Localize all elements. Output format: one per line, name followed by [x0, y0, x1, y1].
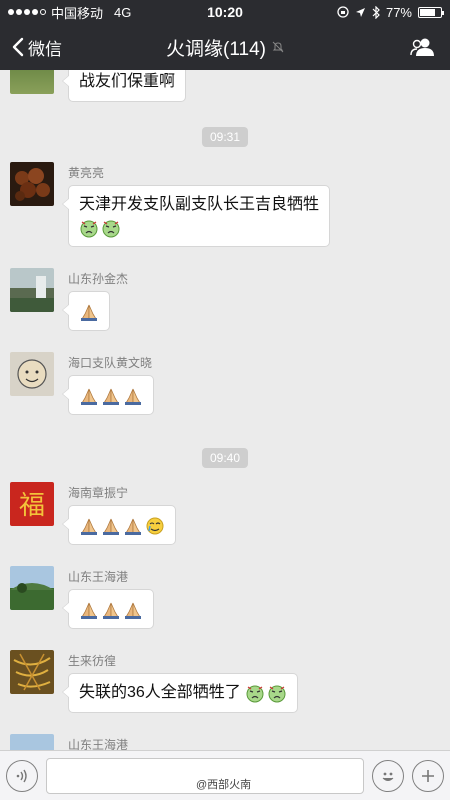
angry-face-icon	[246, 685, 264, 703]
nav-bar: 微信 火调缘(114)	[0, 24, 450, 70]
more-button[interactable]	[412, 759, 444, 792]
avatar[interactable]	[10, 70, 54, 94]
plus-icon	[422, 769, 434, 782]
message-text: 失联的36人全部牺牲了	[79, 684, 241, 701]
avatar[interactable]	[10, 162, 54, 206]
crying-face-icon	[146, 517, 164, 535]
message-item: 海口支队黄文晓	[10, 352, 154, 415]
sender-name: 山东王海港	[68, 570, 129, 584]
chat-title: 火调缘(114)	[120, 34, 330, 61]
pray-icon	[103, 388, 119, 405]
message-bubble[interactable]	[62, 375, 154, 415]
emoji-button[interactable]	[372, 759, 404, 792]
battery-percent: 77%	[385, 4, 412, 20]
message-bubble[interactable]	[62, 291, 110, 331]
sender-name: 山东孙金杰	[68, 272, 129, 286]
message-item: 山东王海港	[10, 566, 154, 629]
battery-icon	[418, 6, 444, 18]
bluetooth-icon	[372, 5, 380, 19]
message-item: 山东王海港	[10, 734, 128, 750]
message-bubble[interactable]	[62, 589, 154, 629]
network-type: 4G	[114, 4, 132, 20]
sender-name: 生来彷徨	[68, 654, 117, 668]
message-item: 黄亮亮 天津开发支队副支队长王吉良牺牲	[10, 162, 331, 247]
avatar[interactable]: 福	[10, 482, 54, 526]
sender-name: 海口支队黄文晓	[68, 356, 153, 370]
pray-icon	[125, 388, 141, 405]
watermark: @西部火南	[196, 779, 252, 791]
back-label: 微信	[28, 39, 62, 59]
chat-title-text: 火调缘(114)	[166, 38, 266, 60]
pray-icon	[125, 518, 141, 535]
signal-strength-icon	[8, 9, 46, 15]
message-bubble[interactable]	[62, 505, 176, 545]
avatar[interactable]	[10, 566, 54, 610]
message-item: 福 海南章振宁	[10, 482, 176, 545]
back-button[interactable]: 微信	[0, 35, 120, 60]
message-bubble[interactable]: 战友们保重啊	[61, 70, 187, 102]
pray-icon	[81, 602, 97, 619]
pray-icon	[81, 388, 97, 405]
angry-face-icon	[80, 220, 98, 238]
pray-icon	[103, 602, 119, 619]
pray-icon	[81, 304, 97, 321]
message-text: 天津开发支队副支队长王吉良牺牲	[79, 196, 320, 213]
pray-icon	[103, 518, 119, 535]
message-bubble[interactable]: 失联的36人全部牺牲了	[62, 673, 298, 713]
location-icon	[355, 7, 365, 17]
group-members-button[interactable]	[330, 37, 450, 57]
message-item: 生来彷徨 失联的36人全部牺牲了	[10, 650, 298, 713]
message-text: 战友们保重啊	[79, 73, 176, 90]
angry-face-icon	[102, 220, 120, 238]
pray-icon	[81, 518, 97, 535]
avatar[interactable]	[10, 734, 54, 750]
message-item: 战友们保重啊	[10, 70, 187, 102]
timestamp-label: 09:31	[201, 127, 249, 147]
avatar[interactable]	[10, 352, 54, 396]
sender-name: 山东王海港	[68, 738, 129, 750]
smiley-icon	[382, 772, 394, 781]
chat-area[interactable]: 战友们保重啊 09:31 黄亮亮 天津开发支队副支队长王吉良牺牲 山东孙金杰 海…	[0, 70, 450, 750]
avatar[interactable]	[10, 268, 54, 312]
sender-name: 黄亮亮	[68, 166, 105, 180]
avatar[interactable]	[10, 650, 54, 694]
status-bar: 中国移动 4G 10:20 77%	[0, 0, 450, 24]
timestamp-label: 09:40	[201, 448, 249, 468]
status-time: 10:20	[207, 4, 243, 20]
sender-name: 海南章振宁	[68, 486, 129, 500]
angry-face-icon	[268, 685, 286, 703]
svg-text:福: 福	[19, 491, 45, 521]
mute-bell-icon	[272, 41, 284, 53]
lock-rotation-icon	[337, 6, 349, 18]
chevron-left-icon	[12, 37, 24, 57]
voice-icon	[16, 769, 27, 782]
message-item: 山东孙金杰	[10, 268, 128, 331]
pray-icon	[125, 602, 141, 619]
voice-button[interactable]	[6, 759, 38, 792]
carrier-name: 中国移动	[51, 5, 104, 21]
group-members-icon	[410, 38, 434, 56]
input-bar	[0, 750, 450, 800]
message-bubble[interactable]: 天津开发支队副支队长王吉良牺牲	[61, 185, 331, 247]
